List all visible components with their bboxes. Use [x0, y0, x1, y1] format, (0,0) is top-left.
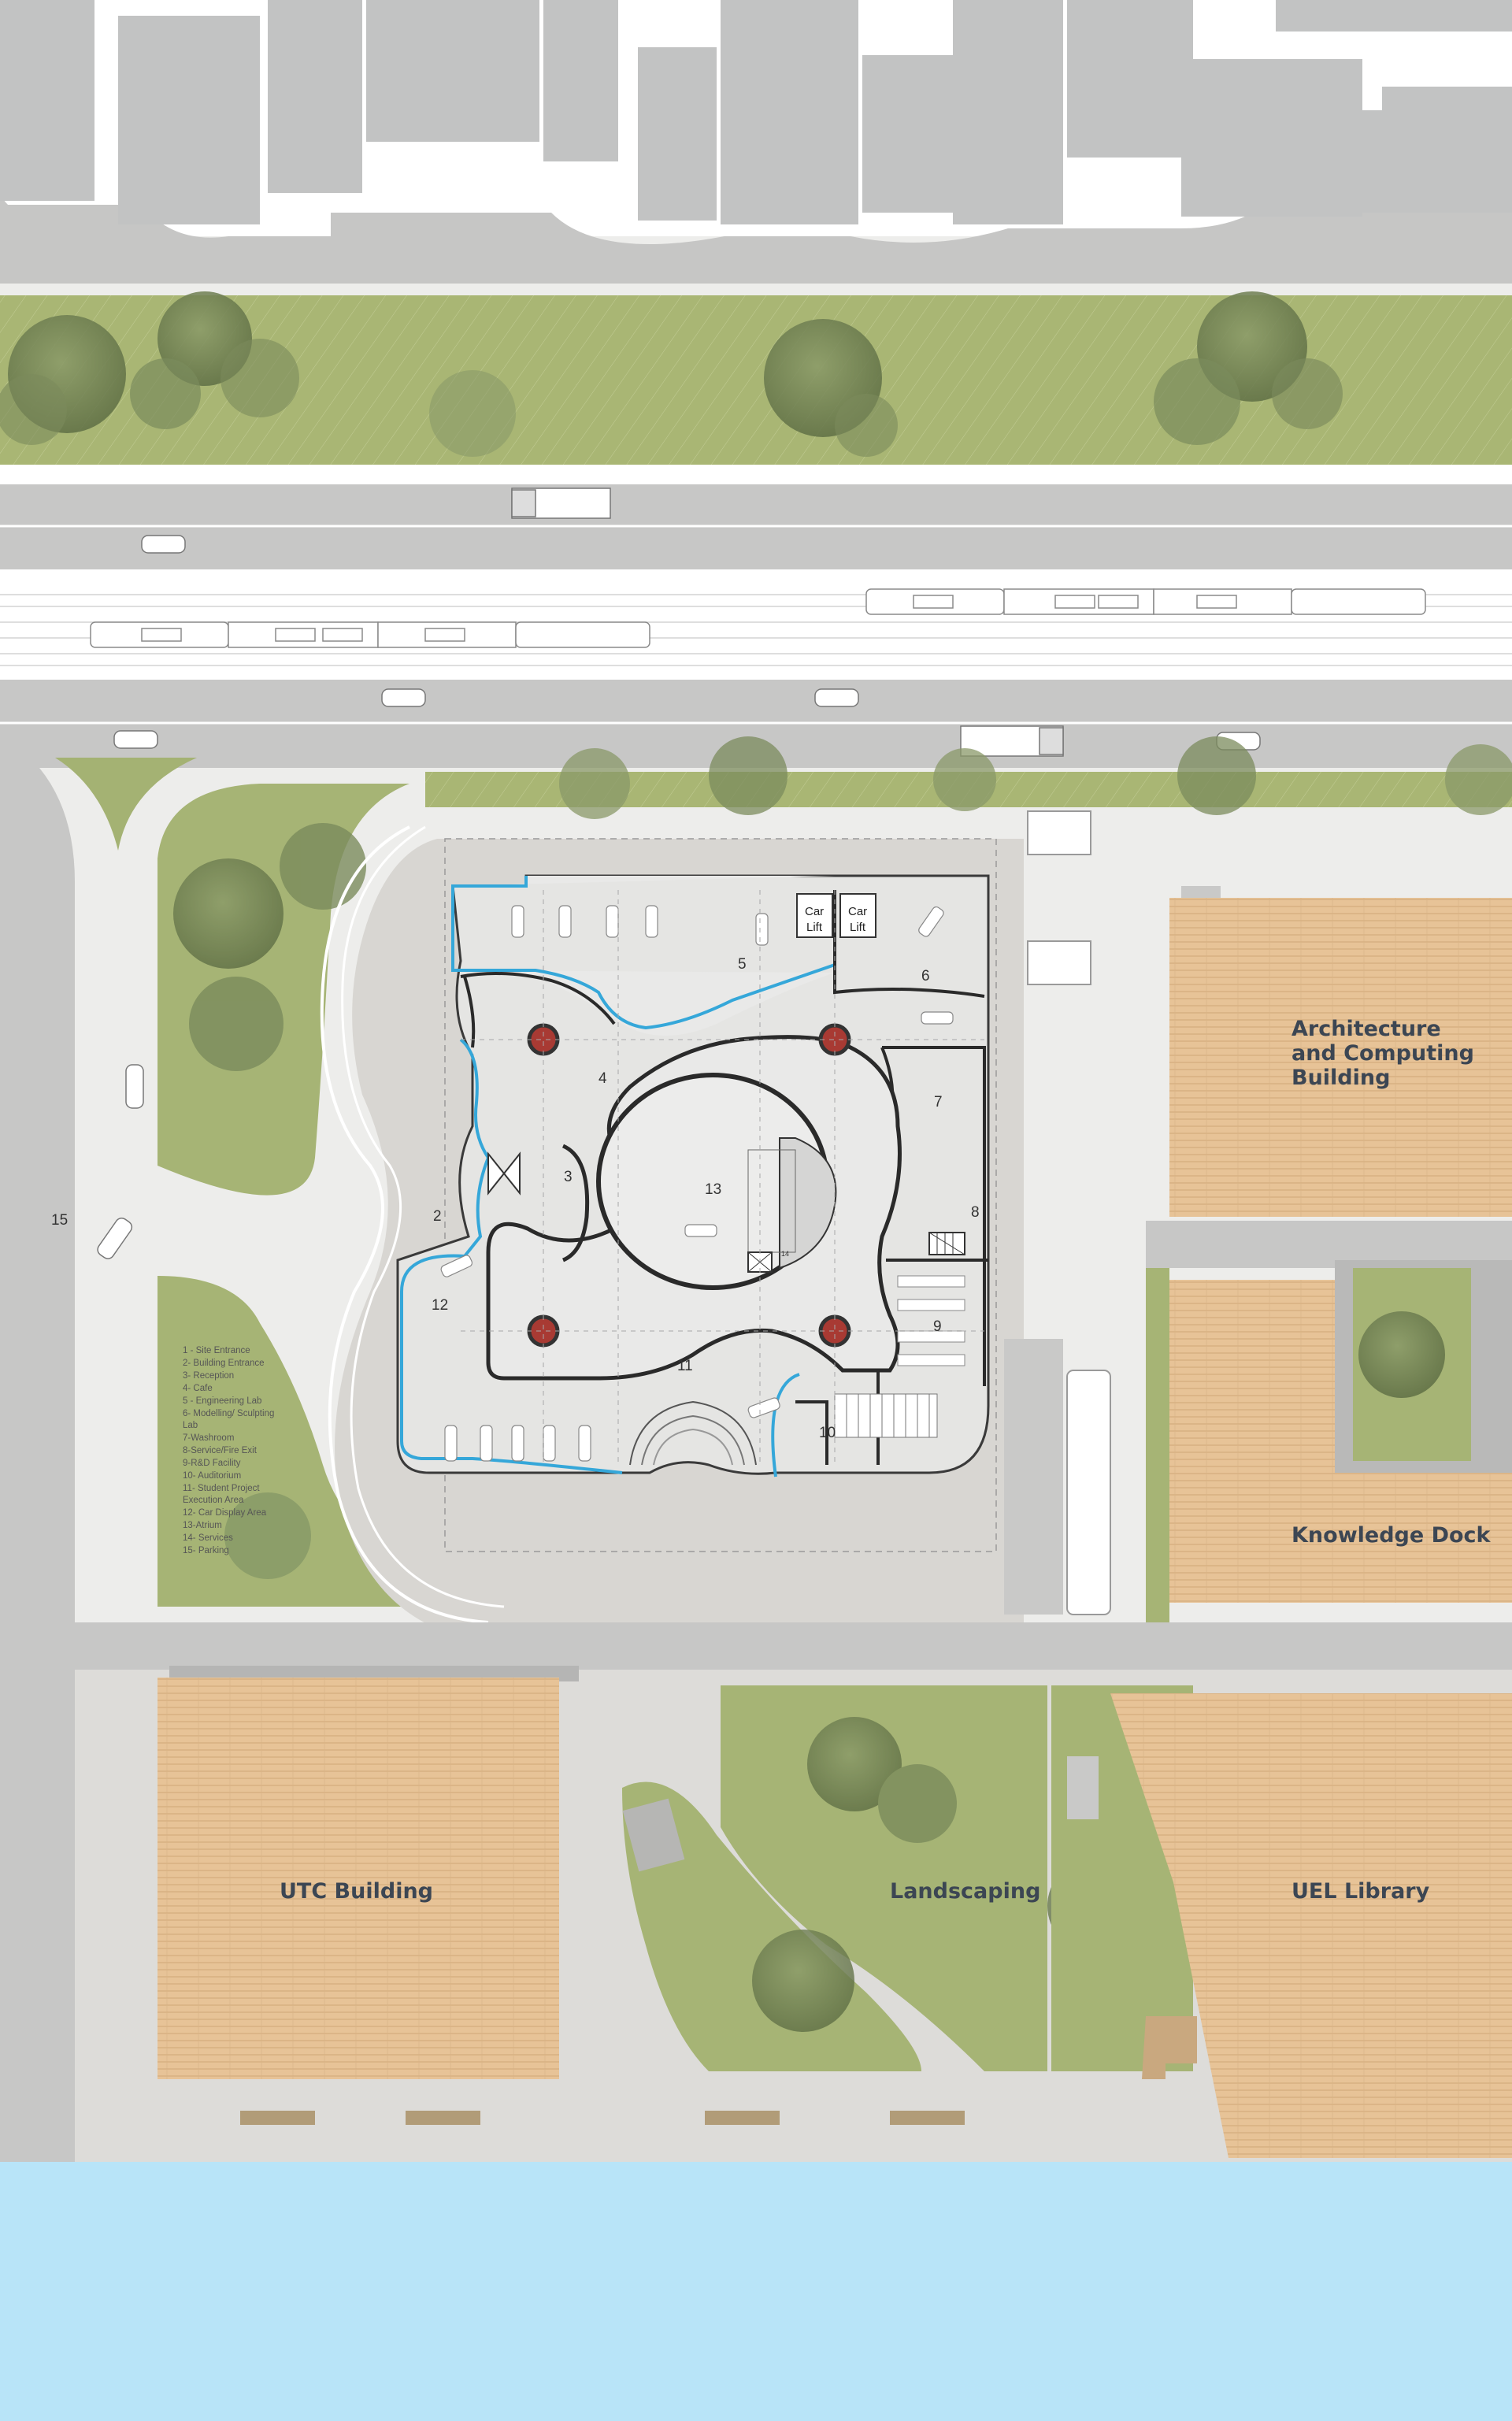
room-14: 14	[781, 1250, 789, 1258]
road-left	[0, 768, 75, 2205]
room-6: 6	[921, 968, 930, 984]
legend-item: 11- Student Project	[183, 1484, 260, 1493]
legend-item: 8-Service/Fire Exit	[183, 1446, 258, 1455]
legend-item: 12- Car Display Area	[183, 1508, 267, 1518]
legend-item: 1 - Site Entrance	[183, 1346, 250, 1355]
room-12: 12	[432, 1297, 448, 1314]
legend-item: 9-R&D Facility	[183, 1459, 241, 1468]
parking-15: 15	[51, 1212, 68, 1229]
legend-item: Lab	[183, 1421, 198, 1430]
room-5: 5	[738, 956, 747, 973]
legend-item: 10- Auditorium	[183, 1471, 241, 1481]
architecture-label-line-3: Building	[1292, 1066, 1390, 1090]
car-lift-label-2b: Lift	[850, 921, 866, 934]
tram-left	[90, 621, 650, 648]
architecture-label-line-2: and Computing	[1292, 1041, 1474, 1066]
legend-item: 15- Parking	[183, 1546, 229, 1555]
room-3: 3	[564, 1169, 573, 1185]
room-10: 10	[819, 1425, 836, 1441]
tram-right	[865, 588, 1426, 615]
water	[0, 2162, 1512, 2421]
room-13: 13	[705, 1181, 721, 1198]
uel-library-label: UEL Library	[1292, 1879, 1430, 1904]
utc-building	[158, 1678, 559, 2079]
legend-item: 14- Services	[183, 1533, 233, 1543]
room-9: 9	[933, 1318, 942, 1335]
architecture-label-line-1: Architecture	[1292, 1017, 1441, 1041]
legend-item: 2- Building Entrance	[183, 1359, 265, 1368]
legend-item: 6- Modelling/ Sculpting	[183, 1409, 274, 1418]
legend-item: 3- Reception	[183, 1371, 234, 1381]
room-2: 2	[433, 1208, 442, 1225]
utc-building-label: UTC Building	[280, 1879, 433, 1904]
top-buildings	[0, 0, 1512, 284]
room-11: 11	[677, 1358, 693, 1374]
landscaping-label: Landscaping	[890, 1879, 1040, 1904]
room-7: 7	[934, 1094, 943, 1110]
legend-item: 5 - Engineering Lab	[183, 1396, 261, 1406]
car-lift-label-1b: Lift	[806, 921, 823, 934]
room-4: 4	[598, 1070, 607, 1087]
car-lift-label-2a: Car	[848, 905, 867, 918]
room-8: 8	[971, 1204, 980, 1221]
legend-item: 13-Atrium	[183, 1521, 222, 1530]
auditorium-grid	[834, 1393, 938, 1438]
knowledge-dock-label: Knowledge Dock	[1292, 1523, 1492, 1548]
car-lift-label-1a: Car	[805, 905, 824, 918]
site-plan: 2 3 4 5 6 7 8 9 10 11 12 13 14 15 Car Li…	[0, 0, 1512, 2421]
legend-item: 4- Cafe	[183, 1384, 213, 1393]
legend-item: Execution Area	[183, 1496, 244, 1505]
legend-item: 7-Washroom	[183, 1433, 234, 1443]
